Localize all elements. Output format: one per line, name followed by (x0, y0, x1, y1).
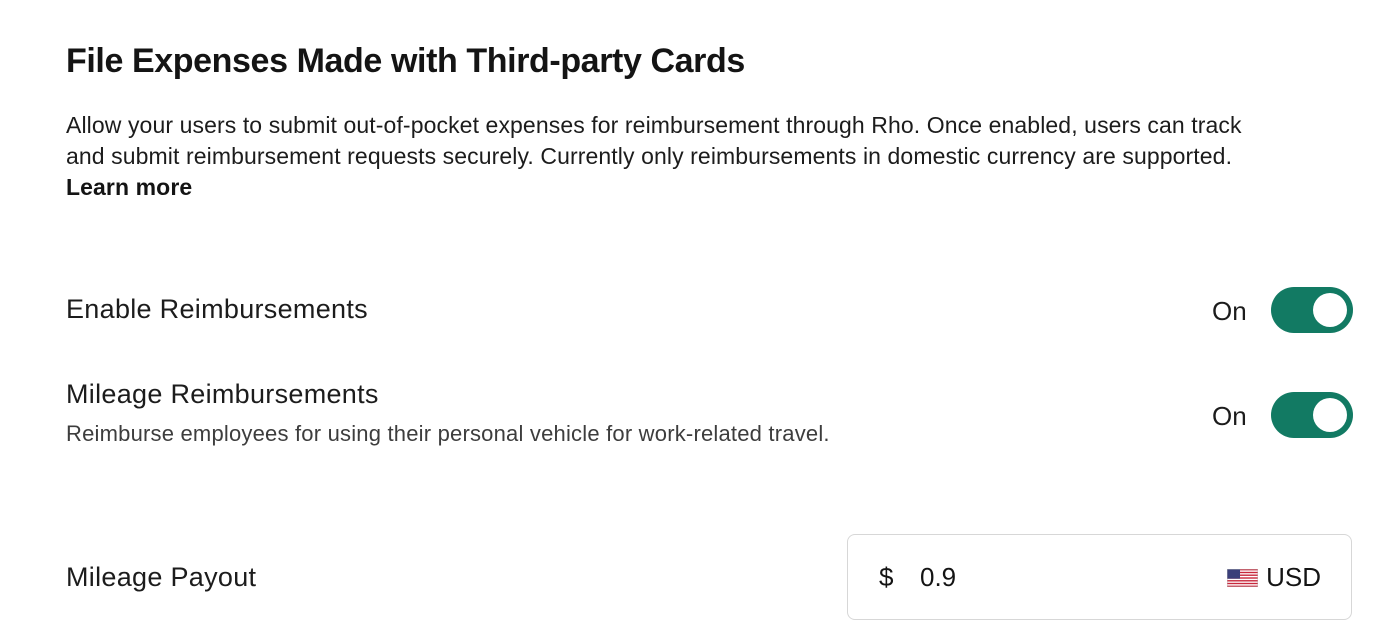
section-description: Allow your users to submit out-of-pocket… (66, 110, 1346, 203)
currency-symbol: $ (879, 562, 894, 592)
reimbursement-settings-page: File Expenses Made with Third-party Card… (0, 0, 1400, 638)
currency-code: USD (1266, 562, 1321, 592)
us-flag-icon (1227, 568, 1259, 587)
mileage-payout-label: Mileage Payout (66, 562, 257, 592)
page-title: File Expenses Made with Third-party Card… (66, 42, 745, 80)
toggle-knob (1313, 293, 1347, 327)
mileage-reimbursements-toggle[interactable] (1271, 392, 1353, 438)
description-line-1: Allow your users to submit out-of-pocket… (66, 112, 1242, 138)
mileage-payout-field[interactable]: $ USD (847, 534, 1352, 620)
toggle-knob (1313, 398, 1347, 432)
description-line-2: and submit reimbursement requests secure… (66, 143, 1233, 169)
enable-reimbursements-label: Enable Reimbursements (66, 294, 368, 324)
mileage-reimbursements-state: On (1212, 401, 1247, 431)
mileage-reimbursements-label: Mileage Reimbursements (66, 379, 379, 409)
enable-reimbursements-toggle[interactable] (1271, 287, 1353, 333)
currency-selector[interactable]: USD (1227, 562, 1321, 593)
learn-more-link[interactable]: Learn more (66, 172, 192, 203)
enable-reimbursements-state: On (1212, 296, 1247, 326)
mileage-reimbursements-description: Reimburse employees for using their pers… (66, 421, 830, 446)
mileage-payout-input[interactable] (920, 555, 1200, 599)
